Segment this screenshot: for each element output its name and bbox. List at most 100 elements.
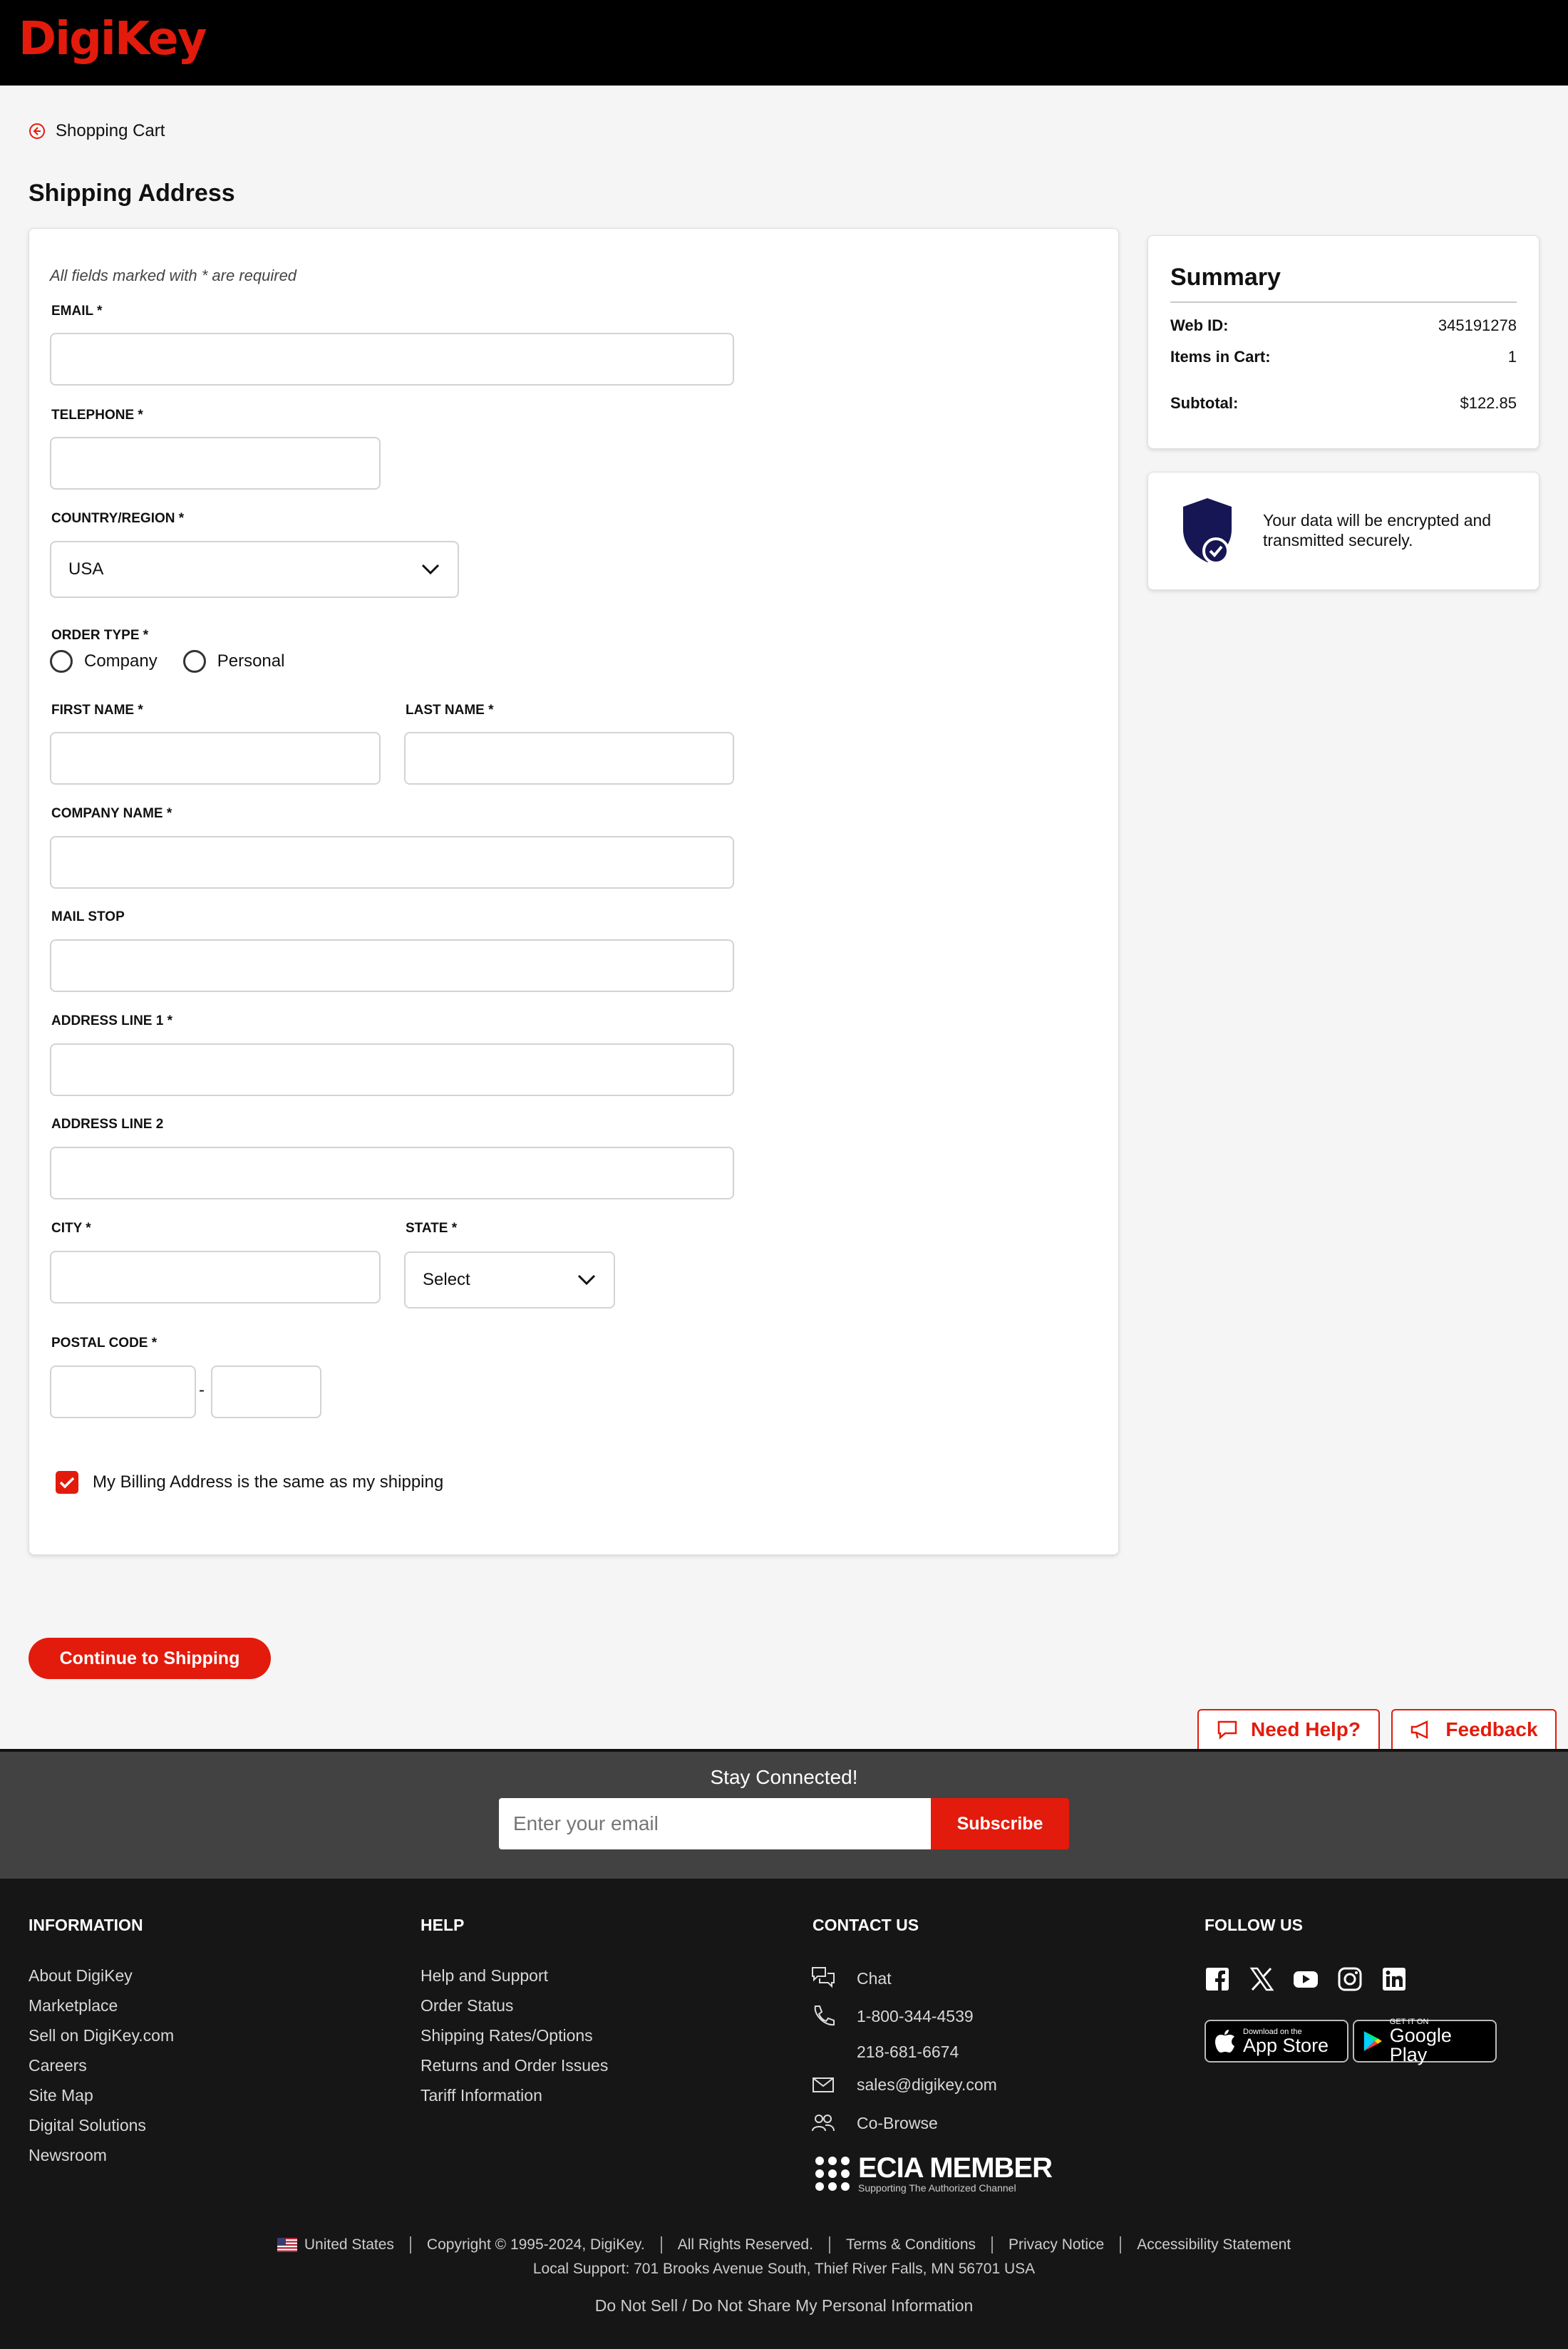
country-label: COUNTRY/REGION * bbox=[51, 511, 185, 526]
order-type-company-radio[interactable] bbox=[50, 650, 73, 673]
footer-link-digital-solutions[interactable]: Digital Solutions bbox=[29, 2116, 146, 2135]
ecia-member-title: ECIA MEMBER bbox=[858, 2152, 1053, 2184]
company-name-input[interactable] bbox=[50, 836, 734, 889]
state-selected-value: Select bbox=[423, 1270, 470, 1289]
linkedin-icon[interactable] bbox=[1381, 1966, 1407, 1992]
summary-divider bbox=[1170, 301, 1517, 303]
footer-link-tariff[interactable]: Tariff Information bbox=[421, 2086, 542, 2105]
back-to-cart-link[interactable]: Shopping Cart bbox=[29, 121, 165, 141]
address-line-2-input[interactable] bbox=[50, 1147, 734, 1199]
address-line-1-input[interactable] bbox=[50, 1043, 734, 1096]
billing-same-checkbox[interactable] bbox=[56, 1471, 78, 1494]
email-icon bbox=[813, 2077, 834, 2092]
subscribe-button[interactable]: Subscribe bbox=[931, 1798, 1069, 1849]
us-flag-icon bbox=[277, 2238, 297, 2252]
need-help-label: Need Help? bbox=[1250, 1718, 1361, 1740]
terms-link[interactable]: Terms & Conditions bbox=[846, 2236, 976, 2254]
footer-contact-email[interactable]: sales@digikey.com bbox=[857, 2075, 997, 2095]
need-help-button[interactable]: Need Help? bbox=[1197, 1709, 1380, 1749]
accessibility-link[interactable]: Accessibility Statement bbox=[1137, 2236, 1291, 2254]
footer-link-returns[interactable]: Returns and Order Issues bbox=[421, 2056, 608, 2075]
first-name-label: FIRST NAME * bbox=[51, 703, 143, 718]
footer-link-shipping-rates[interactable]: Shipping Rates/Options bbox=[421, 2026, 593, 2045]
digikey-logo[interactable]: DigiKey bbox=[19, 13, 207, 66]
back-link-label: Shopping Cart bbox=[56, 121, 165, 140]
postal-code-extension-input[interactable] bbox=[211, 1365, 321, 1418]
country-selected-value: USA bbox=[68, 559, 104, 579]
email-label: EMAIL * bbox=[51, 304, 103, 319]
footer-link-help-support[interactable]: Help and Support bbox=[421, 1966, 548, 1986]
billing-same-label[interactable]: My Billing Address is the same as my shi… bbox=[93, 1472, 443, 1492]
summary-title: Summary bbox=[1170, 264, 1281, 291]
email-input[interactable] bbox=[50, 333, 734, 386]
feedback-button[interactable]: Feedback bbox=[1391, 1709, 1557, 1749]
checkmark-icon bbox=[59, 1477, 75, 1489]
ecia-member-badge: ECIA MEMBER Supporting The Authorized Ch… bbox=[813, 2152, 1053, 2194]
order-type-company-label[interactable]: Company bbox=[84, 651, 158, 671]
ecia-logo-icon bbox=[815, 2157, 850, 2191]
local-support-address: Local Support: 701 Brooks Avenue South, … bbox=[532, 2261, 1036, 2277]
mail-stop-input[interactable] bbox=[50, 939, 734, 992]
order-type-personal-radio[interactable] bbox=[182, 650, 206, 673]
instagram-icon[interactable] bbox=[1337, 1966, 1363, 1992]
items-in-cart-value: 1 bbox=[1507, 348, 1517, 366]
mail-stop-label: MAIL STOP bbox=[51, 909, 125, 924]
google-play-icon bbox=[1363, 2031, 1382, 2051]
privacy-link[interactable]: Privacy Notice bbox=[1009, 2236, 1104, 2254]
facebook-icon[interactable] bbox=[1205, 1966, 1230, 1992]
continue-to-shipping-button[interactable]: Continue to Shipping bbox=[29, 1638, 271, 1679]
top-header-bar: DigiKey bbox=[0, 0, 1568, 86]
footer-link-marketplace[interactable]: Marketplace bbox=[29, 1996, 118, 2015]
order-type-radio-group: Company Personal bbox=[50, 650, 310, 673]
footer-link-sell[interactable]: Sell on DigiKey.com bbox=[29, 2026, 174, 2045]
google-play-badge[interactable]: GET IT ON Google Play bbox=[1353, 2018, 1497, 2065]
address-line-1-label: ADDRESS LINE 1 * bbox=[51, 1013, 172, 1028]
order-type-personal-label[interactable]: Personal bbox=[217, 651, 285, 671]
x-icon[interactable] bbox=[1249, 1966, 1274, 1992]
page-title: Shipping Address bbox=[29, 180, 235, 207]
postal-code-input[interactable] bbox=[50, 1365, 196, 1418]
footer-contact-heading: CONTACT US bbox=[813, 1916, 919, 1934]
separator bbox=[409, 2236, 411, 2254]
telephone-input[interactable] bbox=[50, 437, 381, 490]
youtube-icon[interactable] bbox=[1293, 1966, 1319, 1992]
last-name-label: LAST NAME * bbox=[406, 703, 494, 718]
footer-link-newsroom[interactable]: Newsroom bbox=[29, 2146, 107, 2165]
footer-link-about[interactable]: About DigiKey bbox=[29, 1966, 133, 1986]
ecia-member-subtitle: Supporting The Authorized Channel bbox=[858, 2182, 1016, 2194]
city-input[interactable] bbox=[50, 1251, 381, 1303]
google-play-big-text: Google Play bbox=[1389, 2025, 1452, 2065]
cobrowse-users-icon bbox=[812, 2115, 835, 2132]
footer-contact-chat[interactable]: Chat bbox=[857, 1969, 892, 1988]
web-id-value: 345191278 bbox=[1438, 316, 1517, 334]
first-name-input[interactable] bbox=[50, 732, 381, 785]
footer-link-careers[interactable]: Careers bbox=[29, 2056, 87, 2075]
newsletter-title: Stay Connected! bbox=[710, 1766, 858, 1788]
do-not-sell-link[interactable]: Do Not Sell / Do Not Share My Personal I… bbox=[0, 2296, 1568, 2316]
chat-bubble-icon bbox=[1217, 1720, 1237, 1740]
items-in-cart-label: Items in Cart: bbox=[1170, 348, 1271, 366]
state-label: STATE * bbox=[406, 1221, 458, 1236]
newsletter-email-input[interactable] bbox=[499, 1798, 931, 1849]
arrow-left-circle-icon bbox=[29, 123, 45, 139]
postal-code-separator: - bbox=[199, 1380, 205, 1400]
apple-icon bbox=[1215, 2030, 1234, 2053]
app-store-badge[interactable]: Download on the App Store bbox=[1205, 2020, 1348, 2063]
shipping-form-card bbox=[29, 228, 1119, 1555]
subtotal-label: Subtotal: bbox=[1170, 394, 1239, 412]
postal-code-label: POSTAL CODE * bbox=[51, 1336, 158, 1351]
chevron-down-icon bbox=[577, 1274, 596, 1286]
footer-link-sitemap[interactable]: Site Map bbox=[29, 2086, 93, 2105]
last-name-input[interactable] bbox=[404, 732, 734, 785]
country-selector[interactable]: United States bbox=[304, 2236, 394, 2254]
country-select[interactable]: USA bbox=[50, 541, 459, 598]
state-select[interactable]: Select bbox=[404, 1251, 615, 1308]
company-name-label: COMPANY NAME * bbox=[51, 806, 172, 821]
footer-contact-phone-1[interactable]: 1-800-344-4539 bbox=[857, 2007, 974, 2026]
telephone-label: TELEPHONE * bbox=[51, 408, 143, 423]
separator bbox=[828, 2236, 830, 2254]
footer-link-order-status[interactable]: Order Status bbox=[421, 1996, 513, 2015]
footer-contact-phone-2[interactable]: 218-681-6674 bbox=[857, 2043, 959, 2062]
rights-text: All Rights Reserved. bbox=[677, 2236, 813, 2253]
footer-contact-cobrowse[interactable]: Co-Browse bbox=[857, 2114, 938, 2133]
